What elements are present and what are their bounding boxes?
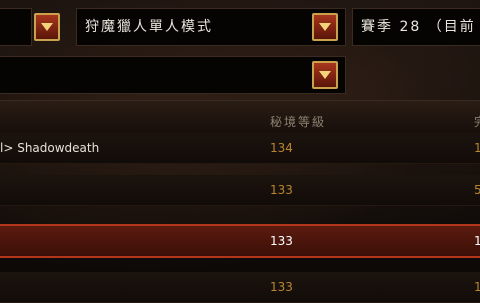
rift-level: 133 (270, 234, 293, 248)
rift-level: 133 (270, 280, 293, 294)
table-header: 秘境等級 完 (0, 100, 480, 134)
table-row[interactable]: l> Shadowdeath 134 1 (0, 133, 480, 164)
mode-select[interactable]: 狩魔獵人單人模式 (76, 8, 346, 46)
rift-level: 134 (270, 141, 293, 155)
chevron-down-icon (319, 23, 331, 31)
chevron-down-icon (319, 71, 331, 79)
chevron-down-icon (41, 23, 53, 31)
column-header-level: 秘境等級 (270, 115, 327, 129)
class-select[interactable] (0, 8, 32, 46)
rank-value: 1 (474, 280, 480, 294)
column-header-extra: 完 (474, 113, 480, 130)
secondary-dropdown-button[interactable] (312, 61, 338, 89)
class-dropdown-button[interactable] (34, 13, 60, 41)
table-row-selected[interactable]: 133 1 (0, 224, 480, 258)
table-row[interactable]: 133 5 (0, 175, 480, 206)
rank-value: 1 (474, 234, 480, 248)
rank-value: 1 (474, 141, 480, 155)
season-select[interactable]: 賽季 28 （目前 (352, 8, 480, 46)
season-select-label: 賽季 28 （目前 (361, 19, 476, 35)
player-name[interactable]: l> Shadowdeath (0, 141, 99, 155)
mode-dropdown-button[interactable] (312, 13, 338, 41)
secondary-select[interactable] (0, 56, 346, 94)
mode-select-label: 狩魔獵人單人模式 (85, 19, 213, 35)
table-row[interactable]: 133 1 (0, 272, 480, 303)
rank-value: 5 (474, 183, 480, 197)
rift-level: 133 (270, 183, 293, 197)
